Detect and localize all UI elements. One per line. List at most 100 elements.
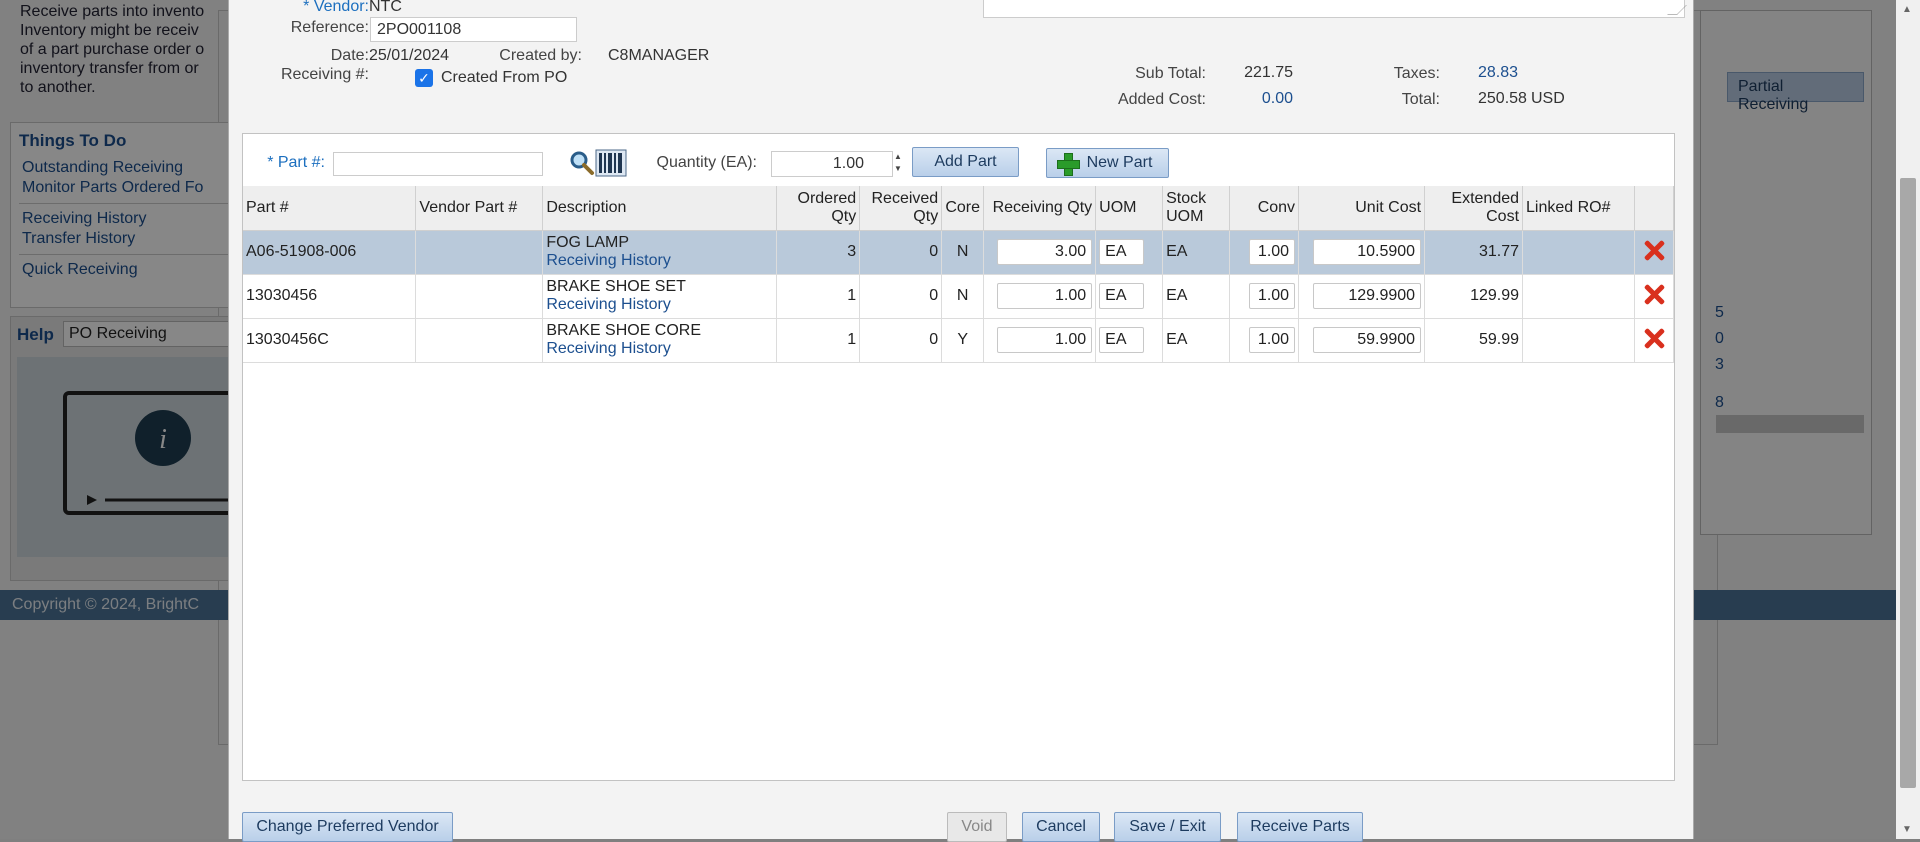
core-cell: Y xyxy=(941,318,985,363)
receiving-history-link[interactable]: Receiving History xyxy=(546,296,773,314)
sub-total-value: 221.75 xyxy=(1244,64,1293,81)
description-cell: FOG LAMP Receiving History xyxy=(542,230,778,275)
column-header[interactable]: Linked RO# xyxy=(1522,186,1635,231)
uom-input[interactable]: EA xyxy=(1099,239,1145,265)
new-part-button[interactable]: New Part xyxy=(1046,148,1169,178)
column-header[interactable]: Conv xyxy=(1229,186,1300,231)
conv-input[interactable]: 1.00 xyxy=(1249,239,1296,265)
table-row[interactable]: 13030456 BRAKE SHOE SET Receiving Histor… xyxy=(243,274,1675,319)
description-text: BRAKE SHOE SET xyxy=(546,278,686,295)
receiving-history-link[interactable]: Receiving History xyxy=(546,252,773,270)
description-cell: BRAKE SHOE SET Receiving History xyxy=(542,274,778,319)
currency: USD xyxy=(1531,90,1565,107)
add-part-button[interactable]: Add Part xyxy=(912,147,1019,177)
page-vertical-scrollbar[interactable]: ▲ ▼ xyxy=(1896,0,1920,839)
column-header[interactable]: Vendor Part # xyxy=(415,186,544,231)
part-number-label-text: * Part #: xyxy=(267,154,325,171)
receiving-qty-cell: 3.00 xyxy=(983,230,1097,275)
unit-cost-input[interactable]: 10.5900 xyxy=(1313,239,1422,265)
vendor-value: NTC xyxy=(369,0,402,15)
uom-cell: EA xyxy=(1095,318,1164,363)
vendor-part-cell xyxy=(415,318,544,363)
vendor-label: * Vendor: xyxy=(269,0,369,16)
delete-icon[interactable] xyxy=(1643,283,1665,305)
scrollbar-thumb[interactable] xyxy=(1900,178,1916,788)
received-qty-cell: 0 xyxy=(859,230,943,275)
vendor-part-cell xyxy=(415,230,544,275)
search-icon[interactable] xyxy=(569,150,595,181)
receive-parts-button[interactable]: Receive Parts xyxy=(1237,812,1363,842)
quantity-stepper[interactable]: ▲ ▼ xyxy=(890,151,906,177)
save-exit-button[interactable]: Save / Exit xyxy=(1114,812,1221,842)
taxes-label: Taxes: xyxy=(1393,65,1440,82)
created-from-po-label: Created From PO xyxy=(441,69,568,86)
column-header[interactable]: Core xyxy=(941,186,985,231)
receiving-dialog: * Vendor: NTC Reference: Date: 25/01/202… xyxy=(228,0,1694,842)
unit-cost-cell: 129.9900 xyxy=(1298,274,1426,319)
column-header[interactable]: Part # xyxy=(243,186,417,231)
column-header[interactable]: Receiving Qty xyxy=(983,186,1097,231)
unit-cost-input[interactable]: 129.9900 xyxy=(1313,283,1422,309)
total-label: Total: xyxy=(1401,91,1440,108)
receiving-qty-cell: 1.00 xyxy=(983,274,1097,319)
column-header[interactable]: Extended Cost xyxy=(1424,186,1524,231)
created-by-label: Created by: xyxy=(499,47,582,64)
receiving-qty-cell: 1.00 xyxy=(983,318,1097,363)
conv-input[interactable]: 1.00 xyxy=(1249,283,1296,309)
cancel-button[interactable]: Cancel xyxy=(1022,812,1100,842)
uom-cell: EA xyxy=(1095,230,1164,275)
conv-cell: 1.00 xyxy=(1229,230,1300,275)
taxes-value[interactable]: 28.83 xyxy=(1478,64,1518,82)
receiving-number-label: Receiving #: xyxy=(280,66,369,83)
added-cost-label: Added Cost: xyxy=(1117,91,1206,108)
extended-cost-cell: 129.99 xyxy=(1424,274,1524,319)
linked-ro-cell xyxy=(1522,230,1635,275)
delete-icon[interactable] xyxy=(1643,327,1665,349)
conv-input[interactable]: 1.00 xyxy=(1249,327,1296,353)
table-row[interactable]: A06-51908-006 FOG LAMP Receiving History… xyxy=(243,230,1675,275)
receiving-qty-input[interactable]: 1.00 xyxy=(997,327,1093,353)
column-header[interactable]: Ordered Qty xyxy=(776,186,861,231)
table-header-row: Part # Vendor Part # Description Ordered… xyxy=(243,186,1675,231)
scroll-down-icon[interactable]: ▼ xyxy=(1902,824,1912,835)
reference-input[interactable] xyxy=(370,17,577,42)
created-from-po-checkbox[interactable]: ✓ xyxy=(415,69,433,87)
chevron-up-icon[interactable]: ▲ xyxy=(890,151,906,163)
unit-cost-input[interactable]: 59.9900 xyxy=(1313,327,1422,353)
column-header[interactable]: UOM xyxy=(1095,186,1164,231)
resize-grip-icon[interactable] xyxy=(1667,5,1687,15)
column-header[interactable]: Received Qty xyxy=(859,186,943,231)
part-number-input[interactable] xyxy=(333,152,543,176)
unit-cost-cell: 10.5900 xyxy=(1298,230,1426,275)
received-qty-cell: 0 xyxy=(859,318,943,363)
receiving-qty-input[interactable]: 3.00 xyxy=(997,239,1093,265)
scroll-up-icon[interactable]: ▲ xyxy=(1902,4,1912,15)
description-text: FOG LAMP xyxy=(546,234,630,251)
part-number-cell: A06-51908-006 xyxy=(243,230,417,275)
change-preferred-vendor-button[interactable]: Change Preferred Vendor xyxy=(242,812,453,842)
parts-table: Part # Vendor Part # Description Ordered… xyxy=(243,186,1675,363)
column-header[interactable]: Unit Cost xyxy=(1298,186,1426,231)
description-text: BRAKE SHOE CORE xyxy=(546,322,702,339)
table-row[interactable]: 13030456C BRAKE SHOE CORE Receiving Hist… xyxy=(243,318,1675,363)
extended-cost-cell: 31.77 xyxy=(1424,230,1524,275)
delete-cell xyxy=(1634,318,1675,363)
added-cost-value[interactable]: 0.00 xyxy=(1243,90,1293,108)
quantity-input[interactable] xyxy=(771,151,893,177)
barcode-icon[interactable] xyxy=(595,149,627,182)
delete-icon[interactable] xyxy=(1643,239,1665,261)
void-button[interactable]: Void xyxy=(947,812,1007,842)
extended-cost-cell: 59.99 xyxy=(1424,318,1524,363)
ordered-qty-cell: 1 xyxy=(776,318,861,363)
uom-input[interactable]: EA xyxy=(1099,327,1145,353)
receiving-qty-input[interactable]: 1.00 xyxy=(997,283,1093,309)
notes-textarea[interactable] xyxy=(983,0,1687,18)
chevron-down-icon[interactable]: ▼ xyxy=(890,163,906,175)
column-header[interactable]: Stock UOM xyxy=(1162,186,1231,231)
receiving-history-link[interactable]: Receiving History xyxy=(546,340,773,358)
plus-icon xyxy=(1057,153,1080,176)
quantity-label: Quantity (EA): xyxy=(656,154,757,171)
uom-input[interactable]: EA xyxy=(1099,283,1145,309)
sub-total-label: Sub Total: xyxy=(1135,65,1206,82)
column-header[interactable]: Description xyxy=(542,186,778,231)
